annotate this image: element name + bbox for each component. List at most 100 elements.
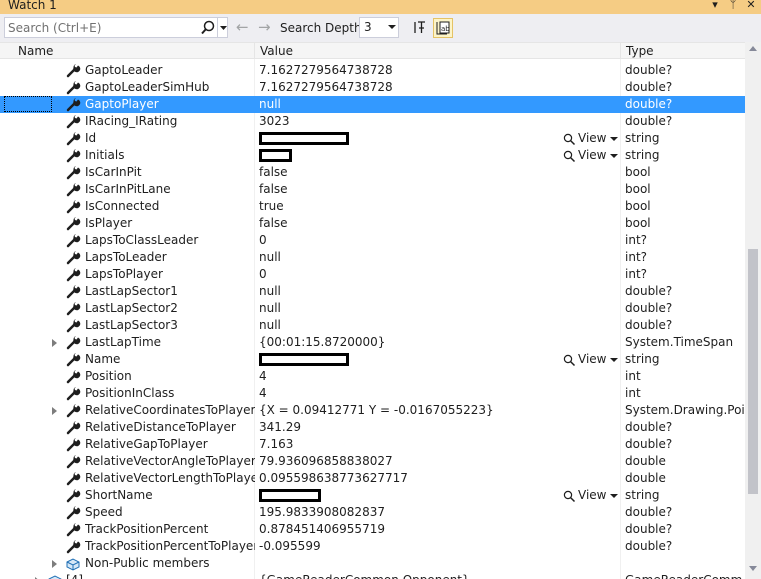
row-value[interactable]: null <box>259 300 559 317</box>
row-value[interactable]: false <box>259 181 559 198</box>
row-value[interactable]: -0.095599 <box>259 538 559 555</box>
search-forward-arrow-icon[interactable]: → <box>258 20 271 35</box>
row-value[interactable]: 195.9833908082837 <box>259 504 559 521</box>
watch-row[interactable]: GaptoLeader 7.1627279564738728 double? <box>0 62 745 79</box>
row-type: double? <box>625 63 673 77</box>
pin-to-source-icon[interactable] <box>412 19 428 37</box>
row-value[interactable]: 0.878451406955719 <box>259 521 559 538</box>
row-value[interactable]: {GameReaderCommon.Opponent} <box>259 572 559 579</box>
watch-row[interactable]: IsCarInPit false bool <box>0 164 745 181</box>
watch-row[interactable]: LastLapSector1 null double? <box>0 283 745 300</box>
watch-grid: GaptoLeader 7.1627279564738728 double? Gapt… <box>0 59 745 579</box>
row-value[interactable]: 7.163 <box>259 436 559 453</box>
row-value[interactable]: false <box>259 215 559 232</box>
row-name: LastLapTime <box>85 335 162 349</box>
row-value[interactable]: null <box>259 96 559 113</box>
search-depth-label: Search Depth: <box>280 21 366 35</box>
watch-row[interactable]: TrackPositionPercentToPlayer -0.095599 dou… <box>0 538 745 555</box>
watch-row[interactable]: RelativeGapToPlayer 7.163 double? <box>0 436 745 453</box>
wrench-icon <box>65 301 81 316</box>
row-value[interactable]: true <box>259 198 559 215</box>
row-value[interactable]: 7.1627279564738728 <box>259 62 559 79</box>
watch-row[interactable]: Position 4 int <box>0 368 745 385</box>
column-header-value[interactable]: Value <box>260 43 293 60</box>
row-value[interactable]: {X = 0.09412771 Y = -0.0167055223} <box>259 402 559 419</box>
close-window-button[interactable]: ✕ <box>744 0 758 13</box>
watch-row[interactable]: LastLapSector2 null double? <box>0 300 745 317</box>
watch-row[interactable]: LastLapSector3 null double? <box>0 317 745 334</box>
pin-window-button[interactable]: ᛘ <box>726 0 740 13</box>
tool-window-titlebar: Watch 1 ▾ ᛘ ✕ <box>0 0 761 14</box>
column-divider[interactable] <box>254 43 255 60</box>
watch-row[interactable]: LapsToPlayer 0 int? <box>0 266 745 283</box>
row-name: IsPlayer <box>85 216 133 230</box>
expand-arrow-icon[interactable] <box>52 339 57 347</box>
redacted-value-box <box>259 353 349 366</box>
search-input[interactable] <box>8 19 198 36</box>
hexadecimal-display-icon[interactable]: ab <box>433 18 453 38</box>
watch-row[interactable]: IsPlayer false bool <box>0 215 745 232</box>
watch-row[interactable]: RelativeCoordinatesToPlayer {X = 0.094127… <box>0 402 745 419</box>
wrench-icon <box>65 182 81 197</box>
window-menu-button[interactable]: ▾ <box>708 0 722 13</box>
watch-row[interactable]: Initials View string <box>0 147 745 164</box>
row-name: ShortName <box>85 488 153 502</box>
row-type: string <box>625 488 660 502</box>
watch-row[interactable]: ShortName View string <box>0 487 745 504</box>
row-value[interactable]: 0 <box>259 266 559 283</box>
watch-row[interactable]: IRacing_IRating 3023 double? <box>0 113 745 130</box>
search-back-arrow-icon[interactable]: ← <box>236 20 249 35</box>
row-value[interactable]: 4 <box>259 368 559 385</box>
watch-row[interactable]: PositionInClass 4 int <box>0 385 745 402</box>
row-value[interactable]: 0 <box>259 232 559 249</box>
watch-row[interactable]: Speed 195.9833908082837 double? <box>0 504 745 521</box>
row-type: double <box>625 471 666 485</box>
wrench-icon <box>65 267 81 282</box>
wrench-icon <box>65 131 81 146</box>
watch-row[interactable]: IsConnected true bool <box>0 198 745 215</box>
watch-row[interactable]: Non-Public members <box>0 555 745 572</box>
row-value[interactable]: 3023 <box>259 113 559 130</box>
watch-row[interactable]: GaptoPlayer null double? <box>0 96 745 113</box>
watch-row[interactable]: TrackPositionPercent 0.878451406955719 dou… <box>0 521 745 538</box>
row-type: System.TimeSpan <box>625 335 734 349</box>
watch-row[interactable]: RelativeVectorLengthToPlayer 0.0955986387… <box>0 470 745 487</box>
expand-arrow-icon[interactable] <box>52 560 57 568</box>
wrench-icon <box>65 352 81 367</box>
row-value[interactable]: {00:01:15.8720000} <box>259 334 559 351</box>
watch-row[interactable]: [4] {GameReaderCommon.Opponent} GameReader… <box>0 572 745 579</box>
column-divider[interactable] <box>620 43 621 60</box>
column-header-type[interactable]: Type <box>626 43 654 60</box>
row-value[interactable]: 341.29 <box>259 419 559 436</box>
row-value[interactable]: 7.1627279564738728 <box>259 79 559 96</box>
watch-row[interactable]: RelativeVectorAngleToPlayer 79.9360968588… <box>0 453 745 470</box>
watch-row[interactable]: GaptoLeaderSimHub 7.1627279564738728 doubl… <box>0 79 745 96</box>
watch-row[interactable]: IsCarInPitLane false bool <box>0 181 745 198</box>
wrench-icon <box>65 539 81 554</box>
row-value[interactable]: false <box>259 164 559 181</box>
scroll-thumb[interactable] <box>748 249 758 494</box>
search-options-dropdown[interactable] <box>217 18 228 37</box>
column-header-name[interactable]: Name <box>18 43 53 60</box>
scroll-up-arrow-icon[interactable] <box>749 46 757 51</box>
vertical-scrollbar[interactable] <box>745 42 761 579</box>
scroll-down-arrow-icon[interactable] <box>749 566 757 571</box>
search-depth-select[interactable]: 3 <box>359 17 399 38</box>
watch-row[interactable]: LapsToClassLeader 0 int? <box>0 232 745 249</box>
row-value[interactable] <box>259 555 559 572</box>
watch-row[interactable]: RelativeDistanceToPlayer 341.29 double? <box>0 419 745 436</box>
watch-row[interactable]: LapsToLeader null int? <box>0 249 745 266</box>
search-icon[interactable] <box>200 19 216 36</box>
watch-row[interactable]: LastLapTime {00:01:15.8720000} System.Time… <box>0 334 745 351</box>
row-value[interactable]: 0.095598638773627717 <box>259 470 559 487</box>
row-name: [4] <box>66 572 236 579</box>
expand-arrow-icon[interactable] <box>52 407 57 415</box>
row-value[interactable]: null <box>259 249 559 266</box>
row-value[interactable]: null <box>259 283 559 300</box>
watch-row[interactable]: Id View string <box>0 130 745 147</box>
row-name: LapsToClassLeader <box>85 233 199 247</box>
row-value[interactable]: null <box>259 317 559 334</box>
row-value[interactable]: 79.936096858838027 <box>259 453 559 470</box>
row-value[interactable]: 4 <box>259 385 559 402</box>
watch-row[interactable]: Name View string <box>0 351 745 368</box>
